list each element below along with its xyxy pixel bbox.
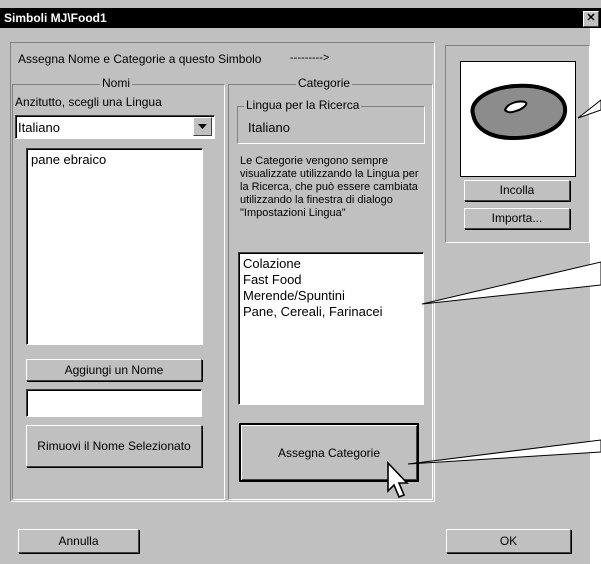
callout-lines [407, 99, 601, 465]
dialog-window: Simboli MJ\Food1 ✕ Assegna Nome e Catego… [0, 0, 601, 564]
